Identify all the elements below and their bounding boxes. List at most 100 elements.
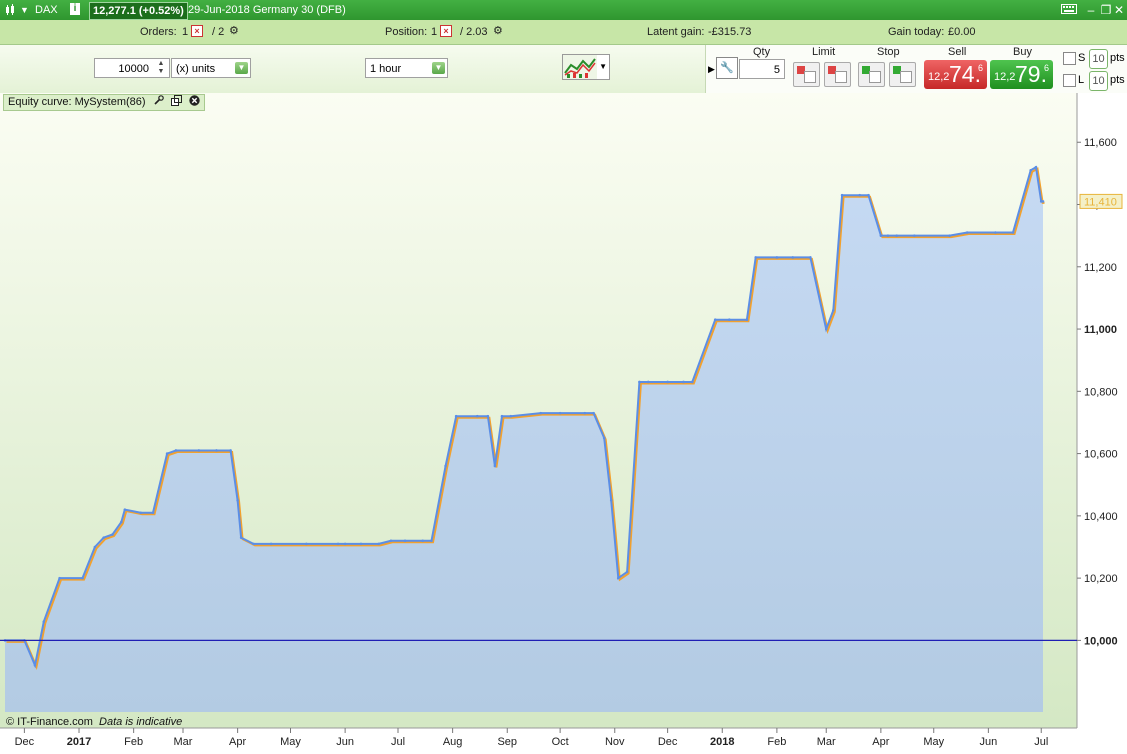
equity-point	[269, 542, 273, 546]
qty-input[interactable]: 5	[739, 59, 785, 79]
position-count: 1	[431, 26, 438, 38]
x-tick-label: Feb	[767, 736, 786, 748]
qty-label: Qty	[753, 46, 771, 58]
position-settings-icon[interactable]: ⚙	[493, 24, 503, 37]
equity-point	[539, 411, 543, 415]
stop-buy-button[interactable]	[889, 62, 916, 87]
limit-sell-button[interactable]	[793, 62, 820, 87]
limit-checkbox[interactable]	[1063, 74, 1076, 87]
stop-pts-label: pts	[1110, 52, 1125, 64]
close-position-icon[interactable]: ×	[440, 25, 452, 37]
equity-point	[609, 498, 613, 502]
equity-point	[824, 327, 828, 331]
info-icon[interactable]: i	[70, 3, 80, 15]
x-tick-label: Feb	[124, 736, 143, 748]
collapse-arrow-icon[interactable]: ▶	[708, 64, 715, 75]
wrench-icon[interactable]	[153, 95, 164, 106]
stop-checkbox[interactable]	[1063, 52, 1076, 65]
equity-point	[475, 414, 479, 418]
equity-point	[389, 539, 393, 543]
latent-gain-value: -£315.73	[708, 26, 752, 38]
orders-settings-icon[interactable]: ⚙	[229, 24, 239, 37]
wrench-icon[interactable]: 🔧	[716, 57, 738, 79]
y-tick-label: 11,000	[1084, 324, 1117, 336]
account-info-bar: Orders: 1 × / 2 ⚙ Position: 1 × / 2.03 ⚙…	[0, 20, 1127, 45]
equity-point	[120, 520, 123, 524]
detach-window-icon[interactable]	[170, 95, 182, 106]
gain-today-value: £0.00	[948, 26, 976, 38]
orders-count: 1	[182, 26, 189, 38]
x-tick-label: Dec	[658, 736, 678, 748]
title-bar: ▼ DAX i 12,277.1 (+0.52%) 29-Jun-2018 Ge…	[0, 0, 1127, 20]
close-icon[interactable]: ✕	[1112, 3, 1126, 17]
sell-button[interactable]: 12,2 74. 6	[924, 60, 987, 89]
equity-point	[1041, 200, 1045, 203]
candle-icon[interactable]	[4, 4, 16, 19]
sell-price-fraction: 6	[977, 63, 983, 73]
equity-point	[58, 576, 61, 580]
chart-footer: © IT-Finance.com Data is indicative	[6, 716, 182, 728]
equity-point	[165, 452, 169, 455]
last-value-label: 11,410	[1084, 196, 1117, 208]
buy-price-fraction: 6	[1043, 63, 1049, 73]
restore-icon[interactable]: ❐	[1099, 3, 1113, 17]
x-tick-label: Mar	[817, 736, 836, 748]
keyboard-icon[interactable]	[1061, 3, 1077, 17]
equity-point	[239, 536, 243, 539]
minimize-icon[interactable]: –	[1084, 3, 1098, 17]
x-tick-label: Jun	[979, 736, 997, 748]
equity-point	[558, 411, 562, 415]
stop-checkbox-label: S	[1078, 52, 1086, 64]
equity-point	[377, 542, 380, 546]
equity-point	[625, 570, 629, 574]
x-tick-label: Mar	[174, 736, 193, 748]
equity-chart-area: 10,000 10,200 10,400 10,600 10,800 11,000 11,2…	[0, 93, 1127, 751]
latent-gain-label: Latent gain:	[647, 26, 705, 38]
unit-select[interactable]: (x) units ▼	[171, 58, 251, 78]
equity-point	[236, 498, 239, 502]
equity-point	[252, 542, 255, 546]
x-tick-label: Oct	[552, 736, 569, 748]
equity-point	[638, 380, 641, 384]
equity-point	[81, 576, 84, 580]
equity-chart[interactable]: 10,000 10,200 10,400 10,600 10,800 11,000 11,2…	[0, 93, 1127, 751]
copyright-text: © IT-Finance.com	[6, 716, 93, 728]
equity-point	[42, 620, 46, 624]
strategy-button[interactable]: ▼	[562, 54, 610, 80]
equity-point	[336, 542, 340, 546]
chevron-down-icon[interactable]: ▼	[432, 62, 445, 74]
equity-point	[229, 449, 232, 452]
position-size: / 2.03	[460, 26, 488, 38]
cancel-orders-icon[interactable]: ×	[191, 25, 203, 37]
x-tick-label: Apr	[872, 736, 889, 748]
equity-point	[486, 414, 490, 418]
timeframe-select[interactable]: 1 hour ▼	[365, 58, 448, 78]
chevron-down-icon[interactable]: ▼	[235, 62, 248, 74]
stop-pts-input[interactable]: 10	[1089, 49, 1108, 69]
equity-point	[305, 542, 308, 546]
chevron-down-icon[interactable]: ▼	[599, 62, 607, 71]
equity-point	[831, 309, 835, 312]
equity-point	[965, 231, 969, 234]
equity-point	[174, 449, 178, 452]
stepper-arrows-icon[interactable]: ▲ ▼	[154, 60, 168, 76]
x-tick-label: 2017	[67, 736, 91, 748]
equity-point	[867, 193, 870, 197]
equity-point	[454, 414, 458, 418]
y-tick-label: 10,000	[1084, 635, 1118, 647]
quantity-stepper[interactable]: 10000 ▲ ▼	[94, 58, 170, 78]
instrument-name[interactable]: DAX	[35, 4, 58, 16]
quantity-value[interactable]: 10000	[118, 59, 149, 79]
instrument-dropdown-icon[interactable]: ▼	[20, 5, 29, 15]
equity-point	[197, 449, 201, 452]
limit-pts-input[interactable]: 10	[1089, 71, 1108, 91]
buy-button[interactable]: 12,2 79. 6	[990, 60, 1053, 89]
stop-sell-button[interactable]	[858, 62, 885, 87]
buy-price-main: 79.	[1015, 61, 1047, 87]
limit-buy-button[interactable]	[824, 62, 851, 87]
close-icon[interactable]	[189, 95, 200, 106]
stop-label: Stop	[877, 46, 900, 58]
equity-point	[994, 231, 997, 234]
equity-point	[691, 380, 694, 384]
equity-point	[913, 234, 916, 237]
